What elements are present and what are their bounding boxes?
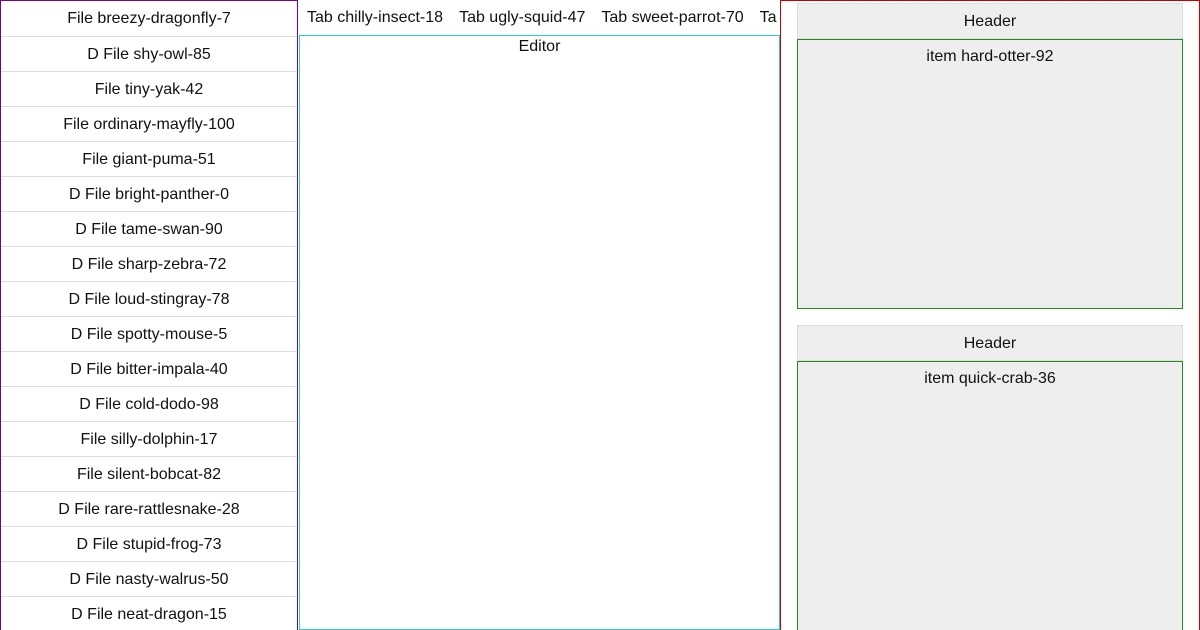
sidebar-file-item[interactable]: D File rare-rattlesnake-28 xyxy=(1,492,297,527)
sidebar-file-item[interactable]: D File bitter-impala-40 xyxy=(1,352,297,387)
editor-label: Editor xyxy=(518,38,561,55)
panel-section: Header item hard-otter-92 xyxy=(797,3,1183,309)
panel-header[interactable]: Header xyxy=(797,3,1183,39)
sidebar-file-item[interactable]: File giant-puma-51 xyxy=(1,142,297,177)
sidebar-file-item[interactable]: D File bright-panther-0 xyxy=(1,177,297,212)
sidebar-file-item[interactable]: File silly-dolphin-17 xyxy=(1,422,297,457)
sidebar-file-item[interactable]: D File shy-owl-85 xyxy=(1,37,297,72)
app-window: File breezy-dragonfly-7 D File shy-owl-8… xyxy=(0,0,1200,630)
panel-body: item quick-crab-36 xyxy=(797,361,1183,630)
sidebar-file-item[interactable]: D File tame-swan-90 xyxy=(1,212,297,247)
panel-list-item[interactable]: item quick-crab-36 xyxy=(798,362,1182,396)
sidebar-file-item[interactable]: File silent-bobcat-82 xyxy=(1,457,297,492)
tab-truncated[interactable]: Ta xyxy=(752,0,780,35)
sidebar-file-item[interactable]: D File stupid-frog-73 xyxy=(1,527,297,562)
tab-bar: Tab chilly-insect-18 Tab ugly-squid-47 Tab… xyxy=(299,0,780,35)
panel-body: item hard-otter-92 xyxy=(797,39,1183,309)
tab-chilly-insect[interactable]: Tab chilly-insect-18 xyxy=(299,0,451,35)
editor-pane[interactable]: Editor xyxy=(299,35,780,630)
sidebar-file-item[interactable]: D File sharp-zebra-72 xyxy=(1,247,297,282)
sidebar-file-item[interactable]: D File neat-dragon-15 xyxy=(1,597,297,630)
editor-area: Tab chilly-insect-18 Tab ugly-squid-47 Tab… xyxy=(299,0,780,630)
tab-sweet-parrot[interactable]: Tab sweet-parrot-70 xyxy=(593,0,751,35)
tab-ugly-squid[interactable]: Tab ugly-squid-47 xyxy=(451,0,593,35)
sidebar-file-item[interactable]: D File nasty-walrus-50 xyxy=(1,562,297,597)
panel-list-item[interactable]: item hard-otter-92 xyxy=(798,40,1182,74)
sidebar-file-item[interactable]: File breezy-dragonfly-7 xyxy=(1,1,297,37)
sidebar-file-item[interactable]: D File cold-dodo-98 xyxy=(1,387,297,422)
sidebar-file-item[interactable]: D File loud-stingray-78 xyxy=(1,282,297,317)
file-sidebar: File breezy-dragonfly-7 D File shy-owl-8… xyxy=(0,0,298,630)
panel-section: Header item quick-crab-36 xyxy=(797,325,1183,630)
sidebar-file-item[interactable]: D File spotty-mouse-5 xyxy=(1,317,297,352)
right-side-panel: Header item hard-otter-92 Header item qu… xyxy=(780,0,1200,630)
panel-header[interactable]: Header xyxy=(797,325,1183,361)
sidebar-file-item[interactable]: File ordinary-mayfly-100 xyxy=(1,107,297,142)
sidebar-file-item[interactable]: File tiny-yak-42 xyxy=(1,72,297,107)
